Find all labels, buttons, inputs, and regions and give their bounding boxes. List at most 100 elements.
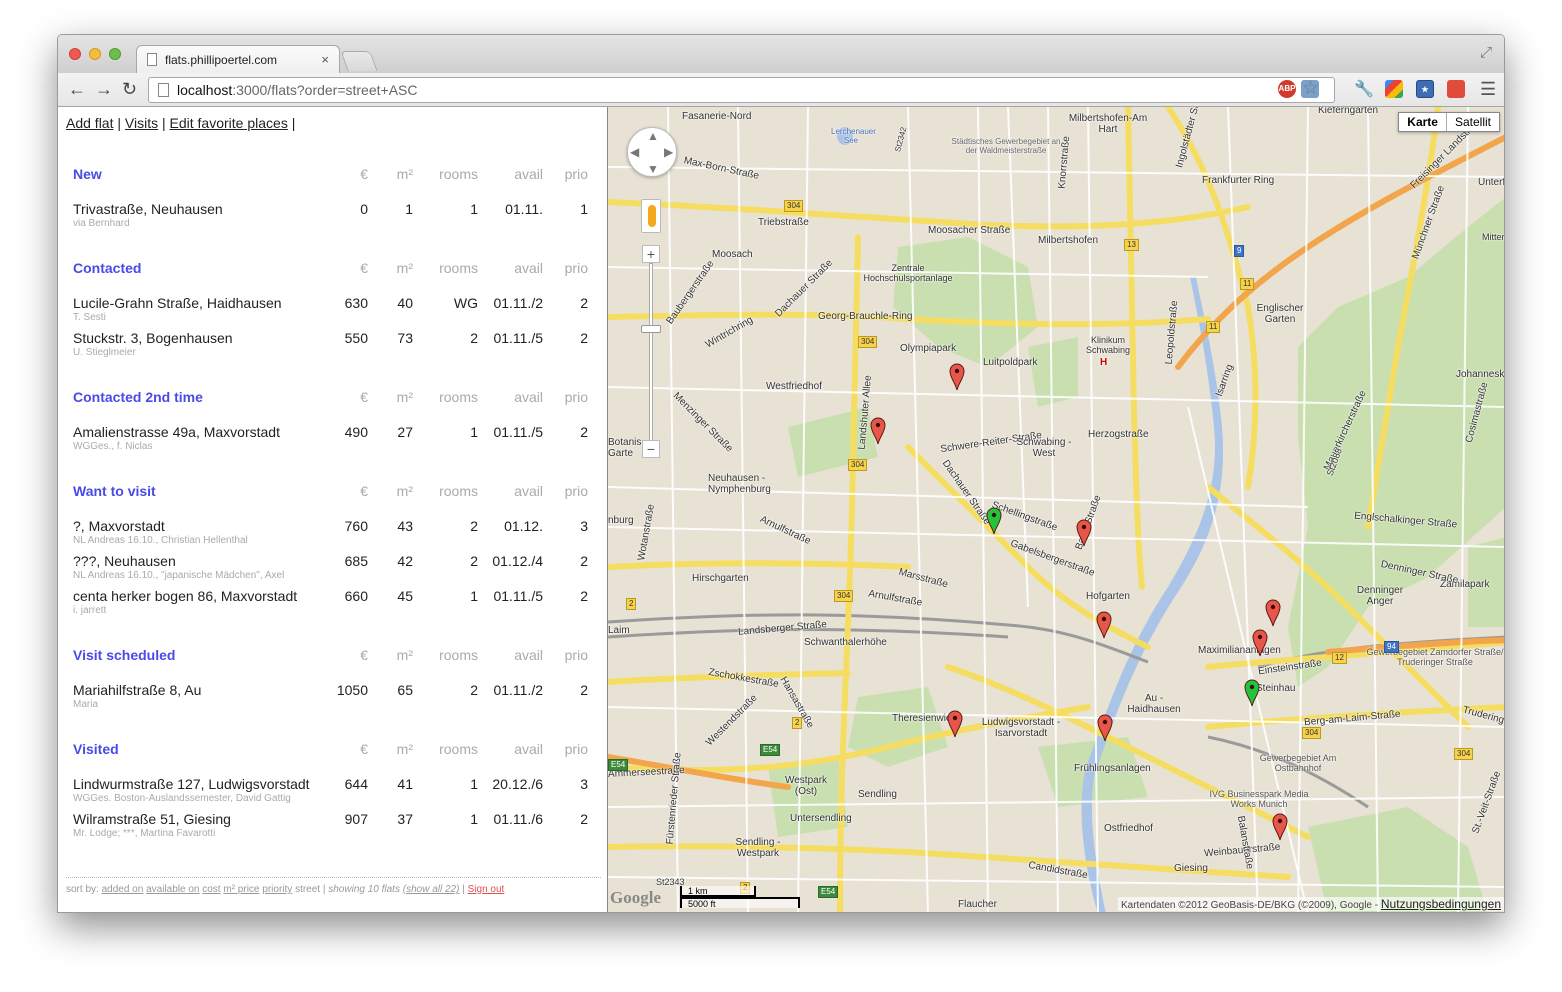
pan-control[interactable]: ▲ ▼ ◀ ▶	[627, 127, 677, 177]
col-prio-header[interactable]: prio	[548, 166, 588, 182]
col-rooms-header[interactable]: rooms	[418, 647, 478, 663]
flat-row[interactable]: Stuckstr. 3, Bogenhausen U. Stieglmeier 55…	[73, 330, 588, 365]
pan-down-icon[interactable]: ▼	[647, 162, 659, 176]
col-avail-header[interactable]: avail	[483, 741, 543, 757]
col-prio-header[interactable]: prio	[548, 483, 588, 499]
col-avail-header[interactable]: avail	[483, 647, 543, 663]
col-area-header[interactable]: m²	[373, 741, 413, 757]
map-marker-red[interactable]	[1272, 813, 1288, 841]
flat-row[interactable]: Amalienstrasse 49a, Maxvorstadt WGGes., f…	[73, 424, 588, 459]
zoom-slider-track[interactable]	[649, 263, 653, 443]
forward-icon[interactable]: →	[95, 78, 113, 100]
sort-available-on-link[interactable]: available on	[146, 884, 199, 895]
flat-row[interactable]: Wilramstraße 51, Giesing Mr. Lodge; ***, …	[73, 811, 588, 846]
col-rooms-header[interactable]: rooms	[418, 260, 478, 276]
col-avail-header[interactable]: avail	[483, 389, 543, 405]
flat-address[interactable]: Trivastraße, Neuhausen	[73, 201, 223, 217]
col-prio-header[interactable]: prio	[548, 389, 588, 405]
flat-row[interactable]: Lindwurmstraße 127, Ludwigsvorstadt WGGes…	[73, 776, 588, 811]
google-logo[interactable]: Google	[610, 888, 661, 908]
google-extension-icon[interactable]	[1385, 80, 1403, 98]
flat-address[interactable]: Amalienstrasse 49a, Maxvorstadt	[73, 424, 280, 440]
zoom-window-button[interactable]	[109, 48, 121, 60]
flat-row[interactable]: ???, Neuhausen NL Andreas 16.10., "japani…	[73, 553, 588, 588]
map-marker-red[interactable]	[1265, 599, 1281, 627]
flat-address[interactable]: centa herker bogen 86, Maxvorstadt	[73, 588, 297, 604]
col-prio-header[interactable]: prio	[548, 260, 588, 276]
menu-icon[interactable]: ☰	[1480, 79, 1496, 100]
back-icon[interactable]: ←	[68, 78, 86, 100]
map-type-satellit-button[interactable]: Satellit	[1447, 113, 1499, 131]
adblock-icon[interactable]: ABP	[1278, 80, 1296, 98]
zoom-in-button[interactable]: +	[642, 245, 660, 263]
add-flat-link[interactable]: Add flat	[66, 115, 113, 131]
col-cost-header[interactable]: €	[318, 647, 368, 663]
new-tab-button[interactable]	[340, 51, 378, 71]
flat-row[interactable]: Lucile-Grahn Straße, Haidhausen T. Sesti 6…	[73, 295, 588, 330]
bookmark-star-icon[interactable]: ☆	[1302, 77, 1319, 100]
edit-favorite-places-link[interactable]: Edit favorite places	[170, 115, 288, 131]
reload-icon[interactable]: ↻	[122, 78, 137, 100]
col-area-header[interactable]: m²	[373, 483, 413, 499]
show-all-link[interactable]: (show all 22)	[403, 884, 460, 895]
sign-out-link[interactable]: Sign out	[468, 884, 505, 895]
map-marker-red[interactable]	[1096, 611, 1112, 639]
flat-address[interactable]: Mariahilfstraße 8, Au	[73, 682, 201, 698]
map-view[interactable]: Fasanerie-Nord Lerchenauer See Städtisch…	[608, 107, 1504, 912]
pan-left-icon[interactable]: ◀	[630, 145, 639, 159]
map-marker-red[interactable]	[870, 417, 886, 445]
col-prio-header[interactable]: prio	[548, 741, 588, 757]
map-marker-red[interactable]	[947, 710, 963, 738]
col-cost-header[interactable]: €	[318, 260, 368, 276]
map-marker-green[interactable]	[1244, 679, 1260, 707]
col-rooms-header[interactable]: rooms	[418, 741, 478, 757]
tab-flats[interactable]: flats.phillipoertel.com ×	[136, 45, 340, 74]
col-avail-header[interactable]: avail	[483, 166, 543, 182]
col-cost-header[interactable]: €	[318, 166, 368, 182]
sort-added-on-link[interactable]: added on	[102, 884, 144, 895]
extension-red-icon[interactable]	[1447, 80, 1465, 98]
map-marker-red[interactable]	[949, 363, 965, 391]
col-rooms-header[interactable]: rooms	[418, 483, 478, 499]
fullscreen-icon[interactable]: ⤢	[1480, 44, 1492, 61]
col-area-header[interactable]: m²	[373, 647, 413, 663]
map-marker-red[interactable]	[1097, 714, 1113, 742]
zoom-out-button[interactable]: −	[642, 440, 660, 458]
flat-address[interactable]: Lucile-Grahn Straße, Haidhausen	[73, 295, 282, 311]
zoom-slider-thumb[interactable]	[641, 325, 661, 333]
sort-cost-link[interactable]: cost	[202, 884, 220, 895]
col-prio-header[interactable]: prio	[548, 647, 588, 663]
flat-address[interactable]: Wilramstraße 51, Giesing	[73, 811, 231, 827]
close-window-button[interactable]	[69, 48, 81, 60]
flat-address[interactable]: Stuckstr. 3, Bogenhausen	[73, 330, 233, 346]
wrench-icon[interactable]: 🔧	[1354, 79, 1374, 99]
sort-priority-link[interactable]: priority	[262, 884, 292, 895]
flat-row[interactable]: Mariahilfstraße 8, Au Maria 1050 65 2 01.11./…	[73, 682, 588, 717]
flat-row[interactable]: Trivastraße, Neuhausen via Bernhard 0 1 1 01.…	[73, 201, 588, 236]
map-marker-red[interactable]	[1076, 519, 1092, 547]
map-marker-red[interactable]	[1252, 629, 1268, 657]
col-avail-header[interactable]: avail	[483, 260, 543, 276]
minimize-window-button[interactable]	[89, 48, 101, 60]
flat-address[interactable]: ???, Neuhausen	[73, 553, 176, 569]
flat-row[interactable]: ?, Maxvorstadt NL Andreas 16.10., Christi…	[73, 518, 588, 553]
col-area-header[interactable]: m²	[373, 166, 413, 182]
col-cost-header[interactable]: €	[318, 741, 368, 757]
bookmark-extension-icon[interactable]: ★	[1416, 80, 1434, 98]
flat-address[interactable]: ?, Maxvorstadt	[73, 518, 165, 534]
pan-up-icon[interactable]: ▲	[647, 129, 659, 143]
col-rooms-header[interactable]: rooms	[418, 389, 478, 405]
street-view-pegman-icon[interactable]	[641, 199, 661, 233]
col-cost-header[interactable]: €	[318, 483, 368, 499]
col-area-header[interactable]: m²	[373, 260, 413, 276]
col-avail-header[interactable]: avail	[483, 483, 543, 499]
sort-m2-price-link[interactable]: m² price	[223, 884, 259, 895]
col-rooms-header[interactable]: rooms	[418, 166, 478, 182]
map-type-karte-button[interactable]: Karte	[1399, 113, 1447, 131]
terms-link[interactable]: Nutzungsbedingungen	[1381, 897, 1501, 911]
tab-close-icon[interactable]: ×	[321, 52, 329, 67]
col-cost-header[interactable]: €	[318, 389, 368, 405]
visits-link[interactable]: Visits	[125, 115, 158, 131]
map-marker-green[interactable]	[986, 507, 1002, 535]
flat-row[interactable]: centa herker bogen 86, Maxvorstadt i. jar…	[73, 588, 588, 623]
